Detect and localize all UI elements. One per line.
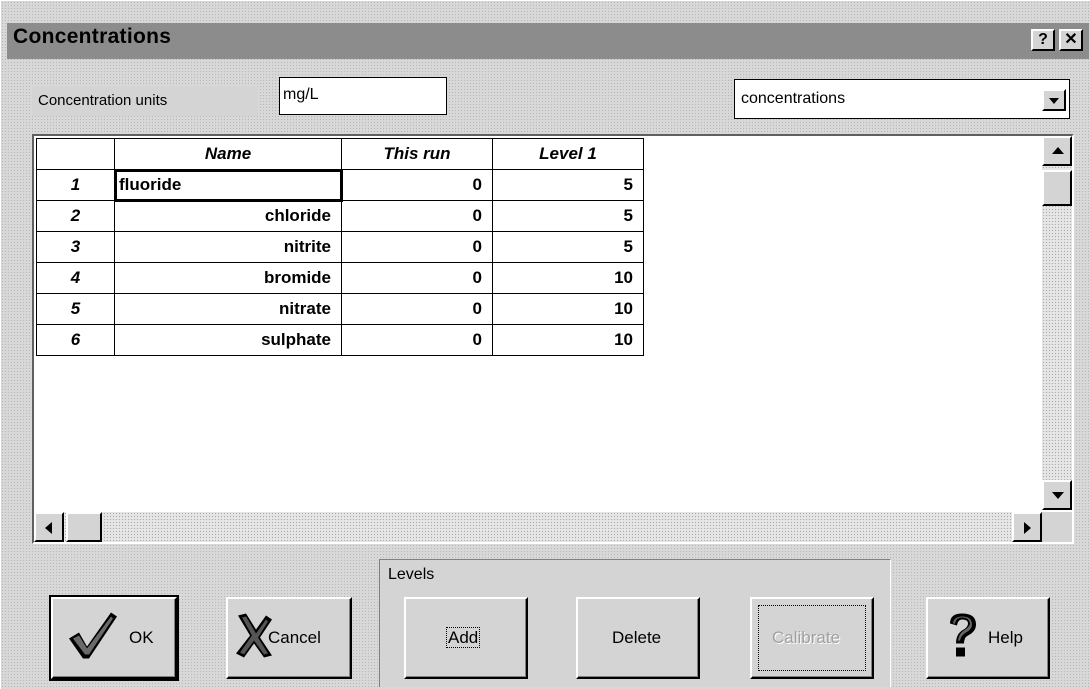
add-level-button[interactable]: Add [404, 597, 528, 679]
vertical-scroll-thumb[interactable] [1042, 170, 1072, 206]
horizontal-scroll-thumb[interactable] [66, 512, 102, 542]
cell-name[interactable]: chloride [114, 200, 342, 232]
row-index: 3 [36, 231, 115, 263]
concentration-units-field[interactable]: mg/L [279, 77, 447, 115]
cell-this-run[interactable]: 0 [341, 231, 493, 263]
table-row[interactable]: 1 fluoride 0 5 [36, 168, 644, 202]
concentration-units-label: Concentration units [32, 86, 258, 116]
cell-level-1[interactable]: 10 [492, 324, 644, 356]
delete-level-button[interactable]: Delete [576, 597, 700, 679]
header-index [36, 138, 115, 170]
arrow-right-icon [1024, 522, 1031, 534]
table-row[interactable]: 5 nitrate 0 10 [36, 293, 644, 325]
arrow-left-icon [45, 522, 52, 534]
table-header-row: Name This run Level 1 [36, 138, 644, 170]
add-label: Add [446, 627, 481, 648]
levels-group: Levels Add Delete Calibrate [379, 559, 891, 687]
arrow-down-icon [1052, 492, 1064, 499]
row-index: 2 [36, 200, 115, 232]
table-row[interactable]: 4 bromide 0 10 [36, 262, 644, 294]
cell-name[interactable]: sulphate [114, 324, 342, 356]
row-index: 1 [36, 169, 115, 201]
cancel-label: Cancel [268, 628, 321, 647]
calibrate-button[interactable]: Calibrate [750, 597, 874, 679]
view-select-value: concentrations [741, 90, 846, 107]
cell-level-1[interactable]: 5 [492, 169, 644, 201]
row-index: 5 [36, 293, 115, 325]
cancel-button[interactable]: Cancel [226, 597, 352, 679]
arrow-up-icon [1052, 147, 1064, 154]
concentration-table: Name This run Level 1 1 fluoride 0 5 2 c… [36, 138, 644, 356]
calibrate-label: Calibrate [772, 628, 841, 647]
close-button[interactable]: ✕ [1059, 29, 1083, 51]
horizontal-scrollbar[interactable] [34, 512, 1042, 542]
dropdown-button[interactable] [1042, 89, 1066, 111]
scroll-right-button[interactable] [1012, 512, 1042, 542]
cell-level-1[interactable]: 10 [492, 262, 644, 294]
cell-level-1[interactable]: 5 [492, 200, 644, 232]
checkmark-icon [65, 609, 121, 668]
levels-group-label: Levels [388, 566, 435, 583]
cell-this-run[interactable]: 0 [341, 293, 493, 325]
concentration-grid[interactable]: Name This run Level 1 1 fluoride 0 5 2 c… [32, 134, 1074, 544]
view-select[interactable]: concentrations [734, 79, 1070, 119]
header-level-1[interactable]: Level 1 [492, 138, 644, 170]
header-name[interactable]: Name [114, 138, 342, 170]
question-icon [944, 612, 980, 665]
cell-name[interactable]: fluoride [113, 168, 343, 202]
cell-this-run[interactable]: 0 [341, 169, 493, 201]
cell-name[interactable]: nitrate [114, 293, 342, 325]
table-row[interactable]: 3 nitrite 0 5 [36, 231, 644, 263]
cell-this-run[interactable]: 0 [341, 200, 493, 232]
table-row[interactable]: 2 chloride 0 5 [36, 200, 644, 232]
row-index: 4 [36, 262, 115, 294]
vertical-scrollbar[interactable] [1042, 136, 1072, 510]
scroll-left-button[interactable] [34, 512, 64, 542]
chevron-down-icon [1049, 98, 1059, 104]
header-this-run[interactable]: This run [341, 138, 493, 170]
scroll-up-button[interactable] [1042, 136, 1072, 166]
scrollbar-corner [1042, 512, 1072, 542]
title-help-button[interactable]: ? [1031, 29, 1055, 51]
cell-level-1[interactable]: 5 [492, 231, 644, 263]
cell-this-run[interactable]: 0 [341, 262, 493, 294]
row-index: 6 [36, 324, 115, 356]
scroll-down-button[interactable] [1042, 480, 1072, 510]
table-row[interactable]: 6 sulphate 0 10 [36, 324, 644, 356]
cell-this-run[interactable]: 0 [341, 324, 493, 356]
help-button[interactable]: Help [926, 597, 1050, 679]
concentrations-dialog: Concentrations ? ✕ Concentration units m… [0, 0, 1090, 689]
ok-label: OK [129, 628, 154, 647]
window-title: Concentrations [13, 25, 172, 48]
delete-label: Delete [612, 628, 662, 647]
ok-button[interactable]: OK [49, 595, 179, 681]
cell-name[interactable]: bromide [114, 262, 342, 294]
title-bar[interactable]: Concentrations ? ✕ [7, 23, 1089, 59]
help-label: Help [988, 628, 1023, 647]
cell-name[interactable]: nitrite [114, 231, 342, 263]
cell-level-1[interactable]: 10 [492, 293, 644, 325]
